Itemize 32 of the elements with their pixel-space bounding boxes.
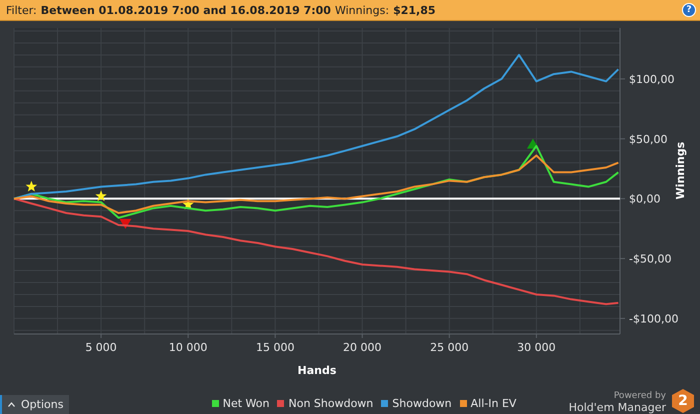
caret-icon bbox=[8, 402, 15, 407]
help-button[interactable]: ? bbox=[682, 3, 696, 17]
filter-value: Between 01.08.2019 7:00 and 16.08.2019 7:00 bbox=[40, 4, 331, 16]
options-button[interactable]: Options bbox=[0, 395, 70, 414]
down-triangle-icon bbox=[119, 218, 132, 229]
y-tick-label: -$50,00 bbox=[629, 252, 672, 266]
x-tick-label: 15 000 bbox=[256, 341, 294, 354]
legend-label: Non Showdown bbox=[288, 397, 374, 410]
legend-label: Showdown bbox=[392, 397, 452, 410]
y-tick-label: $0,00 bbox=[629, 192, 660, 206]
y-tick-label: $50,00 bbox=[629, 132, 668, 146]
product-name: Hold'em Manager bbox=[568, 402, 666, 414]
star-icon bbox=[26, 180, 38, 192]
star-icon bbox=[95, 190, 107, 202]
star-icon bbox=[182, 198, 194, 210]
up-triangle-icon bbox=[526, 138, 539, 149]
x-tick-label: 30 000 bbox=[517, 341, 556, 354]
x-tick-label: 25 000 bbox=[430, 341, 469, 354]
y-axis-title: Winnings bbox=[674, 142, 687, 200]
x-tick-label: 20 000 bbox=[343, 341, 382, 354]
winnings-label: Winnings: bbox=[334, 4, 390, 16]
x-tick-label: 5 000 bbox=[85, 341, 117, 354]
powered-by-text: Powered by bbox=[614, 392, 666, 402]
legend-label: All-In EV bbox=[470, 397, 516, 410]
logo-badge: 2 bbox=[672, 389, 694, 413]
y-tick-label: -$100,00 bbox=[629, 312, 678, 326]
legend-label: Net Won bbox=[222, 397, 270, 410]
x-tick-label: 10 000 bbox=[168, 341, 208, 354]
x-axis-title: Hands bbox=[298, 364, 336, 377]
y-tick-label: $100,00 bbox=[629, 72, 674, 86]
winnings-value: $21,85 bbox=[393, 4, 436, 16]
filter-label: Filter: bbox=[6, 4, 37, 16]
